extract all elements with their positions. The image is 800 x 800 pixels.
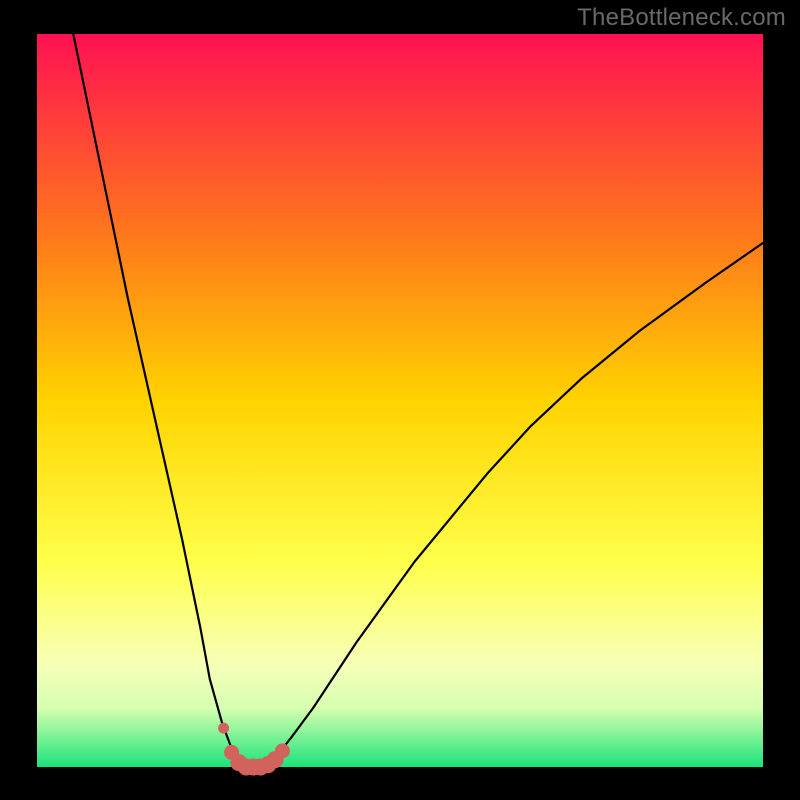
bottleneck-chart	[0, 0, 800, 800]
plot-background	[37, 34, 763, 767]
watermark-text: TheBottleneck.com	[577, 4, 786, 32]
app-frame: TheBottleneck.com	[0, 0, 800, 800]
trough-marker-dot	[275, 744, 289, 758]
trough-marker-dot	[219, 723, 229, 733]
